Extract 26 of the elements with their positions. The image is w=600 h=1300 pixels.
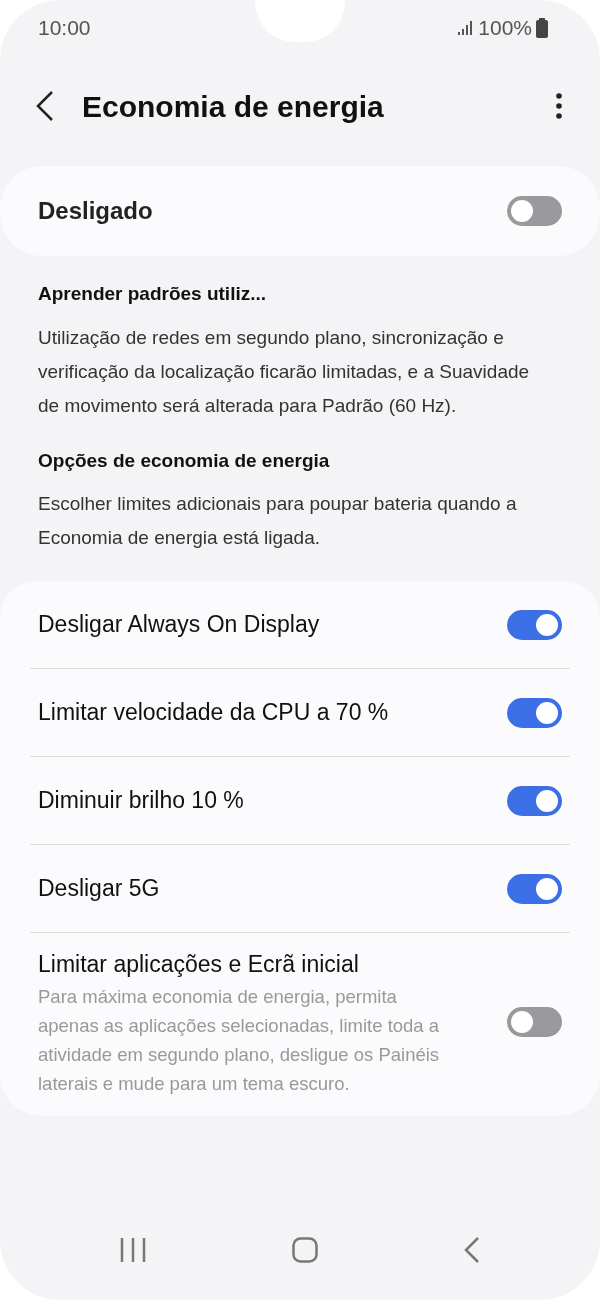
option-label: Desligar 5G — [38, 874, 160, 904]
recent-apps-icon[interactable] — [120, 1238, 146, 1262]
toggle-switch[interactable] — [507, 609, 562, 640]
section-description: Escolher limites adicionais para poupar bateria quando a Economia de energia está ligada. — [38, 492, 518, 550]
page-title: Economia de energia — [82, 88, 384, 125]
toggle-switch[interactable] — [507, 196, 562, 226]
toggle-switch[interactable] — [507, 1007, 562, 1038]
toggle-switch[interactable] — [507, 697, 562, 728]
home-icon[interactable] — [292, 1237, 318, 1263]
battery-icon — [536, 18, 548, 38]
status-time: 10:00 — [38, 15, 91, 42]
signal-icon — [458, 21, 475, 35]
toggle-switch[interactable] — [507, 873, 562, 904]
section-heading: Opções de economia de energia — [38, 448, 331, 473]
back-icon[interactable] — [36, 91, 54, 121]
switch-label: Desligado — [38, 196, 153, 226]
option-description: Para máxima economia de energia, permita apenas as aplicações selecionadas, limite toda a atividade em segundo plano, desligue os Painéis laterais e mude para um tema escuro. — [38, 984, 441, 1096]
option-label: Diminuir brilho 10 % — [38, 786, 244, 816]
option-label: Desligar Always On Display — [38, 610, 320, 640]
option-label: Limitar aplicações e Ecrã inicial — [38, 950, 360, 979]
battery-percentage: 100% — [478, 15, 532, 42]
section-heading: Aprender padrões utiliz... — [38, 282, 268, 306]
option-label: Limitar velocidade da CPU a 70 % — [38, 698, 389, 728]
toggle-switch[interactable] — [507, 785, 562, 816]
section-description: Utilização de redes em segundo plano, sincronização e verificação da localização ficarão limitadas, e a Suavidade de movimento será alterada para Padrão (60 Hz). — [38, 325, 531, 418]
more-options-icon[interactable] — [556, 93, 562, 119]
